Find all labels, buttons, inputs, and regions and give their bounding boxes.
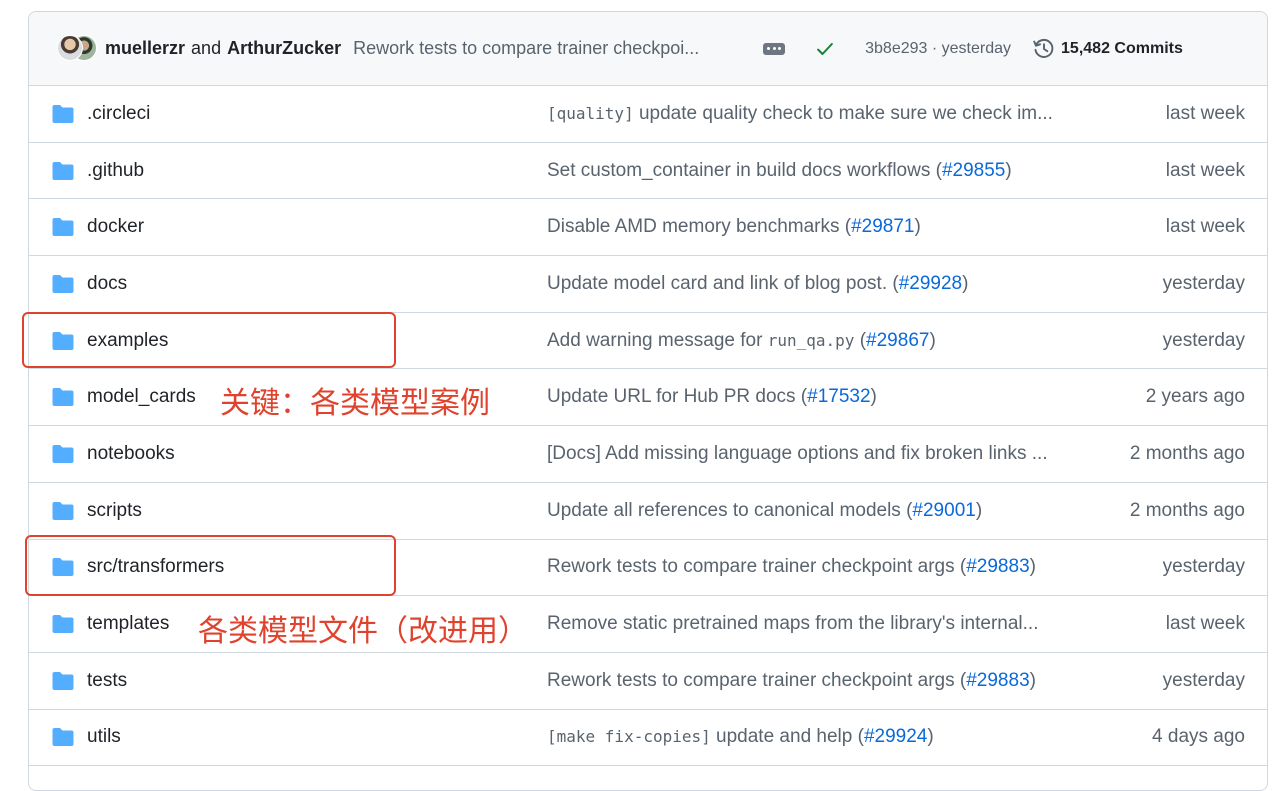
pr-link[interactable]: #17532 (807, 386, 870, 407)
file-name-link[interactable]: docker (87, 216, 144, 238)
commit-message-link[interactable]: [quality] update quality check to make s… (547, 103, 1087, 125)
commit-message-link[interactable]: Rework tests to compare trainer checkpoi… (353, 38, 743, 59)
folder-icon (52, 274, 74, 293)
file-name-link[interactable]: src/transformers (87, 556, 224, 578)
file-name-link[interactable]: templates (87, 613, 169, 635)
commit-date: yesterday (1162, 669, 1245, 691)
repo-file-browser: muellerzr and ArthurZucker Rework tests … (28, 11, 1268, 791)
file-row[interactable]: docs Update model card and link of blog p… (29, 256, 1267, 313)
pr-link[interactable]: #29867 (866, 330, 929, 351)
commit-message-link[interactable]: Disable AMD memory benchmarks (#29871) (547, 216, 1087, 238)
pr-link[interactable]: #29001 (912, 500, 975, 521)
pr-link[interactable]: #29855 (942, 160, 1005, 181)
commit-message-link[interactable]: Remove static pretrained maps from the l… (547, 613, 1087, 635)
author-link[interactable]: muellerzr (105, 38, 185, 59)
pr-link[interactable]: #29928 (899, 273, 962, 294)
and-text: and (191, 38, 222, 58)
commit-date: yesterday (1162, 329, 1245, 351)
commit-message-link[interactable]: Update URL for Hub PR docs (#17532) (547, 386, 1087, 408)
folder-icon (52, 615, 74, 634)
commit-date: last week (1165, 102, 1245, 124)
folder-icon (52, 104, 74, 123)
commit-message-link[interactable]: Update model card and link of blog post.… (547, 273, 1087, 295)
file-row[interactable]: docker Disable AMD memory benchmarks (#29… (29, 199, 1267, 257)
avatar[interactable] (57, 34, 83, 61)
file-row[interactable]: tests Rework tests to compare trainer che… (29, 653, 1267, 710)
folder-icon (52, 388, 74, 407)
commit-date: yesterday (1162, 556, 1245, 578)
author-link[interactable]: ArthurZucker (227, 38, 341, 59)
file-list: .circleci [quality] update quality check … (29, 86, 1267, 767)
commits-count-link[interactable]: 15,482 Commits (1061, 40, 1183, 58)
folder-icon (52, 161, 74, 180)
commit-date: last week (1165, 613, 1245, 635)
folder-icon (52, 671, 74, 690)
commit-sha-link[interactable]: 3b8e293 · yesterday (865, 40, 1011, 58)
expand-commit-button[interactable] (763, 42, 786, 55)
history-icon[interactable] (1033, 38, 1055, 60)
file-row[interactable]: templates Remove static pretrained maps f… (29, 596, 1267, 653)
folder-icon (52, 558, 74, 577)
folder-icon (52, 444, 74, 463)
commit-message-link[interactable]: Rework tests to compare trainer checkpoi… (547, 670, 1087, 692)
commit-message-link[interactable]: Update all references to canonical model… (547, 500, 1087, 522)
commit-date: 4 days ago (1152, 726, 1245, 748)
file-name-link[interactable]: .github (87, 160, 144, 182)
file-row[interactable]: notebooks [Docs] Add missing language opt… (29, 426, 1267, 483)
file-row[interactable]: src/transformers Rework tests to compare … (29, 540, 1267, 597)
file-row[interactable]: .github Set custom_container in build doc… (29, 143, 1267, 200)
folder-icon (52, 728, 74, 747)
commit-date: 2 months ago (1129, 499, 1245, 521)
commit-date: yesterday (1162, 272, 1245, 294)
commit-message-link[interactable]: [Docs] Add missing language options and … (547, 443, 1087, 465)
file-name-link[interactable]: .circleci (87, 103, 150, 125)
commit-date: last week (1165, 159, 1245, 181)
file-name-link[interactable]: model_cards (87, 386, 196, 408)
pr-link[interactable]: #29883 (966, 556, 1029, 577)
file-row[interactable]: utils [make fix-copies] update and help (… (29, 710, 1267, 767)
folder-icon (52, 218, 74, 237)
folder-icon (52, 501, 74, 520)
author-avatars[interactable] (57, 34, 99, 63)
pr-link[interactable]: #29924 (864, 726, 927, 747)
pr-link[interactable]: #29883 (966, 670, 1029, 691)
commit-message-link[interactable]: Rework tests to compare trainer checkpoi… (547, 556, 1087, 578)
file-row[interactable]: scripts Update all references to canonica… (29, 483, 1267, 540)
file-name-link[interactable]: tests (87, 670, 127, 692)
file-row[interactable]: examples Add warning message for run_qa.p… (29, 313, 1267, 370)
commit-date: 2 years ago (1145, 386, 1245, 408)
file-row[interactable]: .circleci [quality] update quality check … (29, 86, 1267, 143)
file-row[interactable]: model_cards Update URL for Hub PR docs (#… (29, 369, 1267, 427)
commit-message-link[interactable]: Add warning message for run_qa.py (#2986… (547, 330, 1087, 352)
commit-message-link[interactable]: Set custom_container in build docs workf… (547, 160, 1087, 182)
folder-icon (52, 331, 74, 350)
file-name-link[interactable]: notebooks (87, 443, 175, 465)
commit-message-link[interactable]: [make fix-copies] update and help (#2992… (547, 726, 1087, 748)
file-name-link[interactable]: docs (87, 273, 127, 295)
commit-date: last week (1165, 216, 1245, 238)
latest-commit-bar: muellerzr and ArthurZucker Rework tests … (29, 12, 1267, 86)
file-name-link[interactable]: utils (87, 726, 121, 748)
file-name-link[interactable]: scripts (87, 500, 142, 522)
commit-date: 2 months ago (1129, 442, 1245, 464)
pr-link[interactable]: #29871 (851, 216, 914, 237)
check-icon[interactable] (815, 39, 835, 59)
file-name-link[interactable]: examples (87, 330, 168, 352)
